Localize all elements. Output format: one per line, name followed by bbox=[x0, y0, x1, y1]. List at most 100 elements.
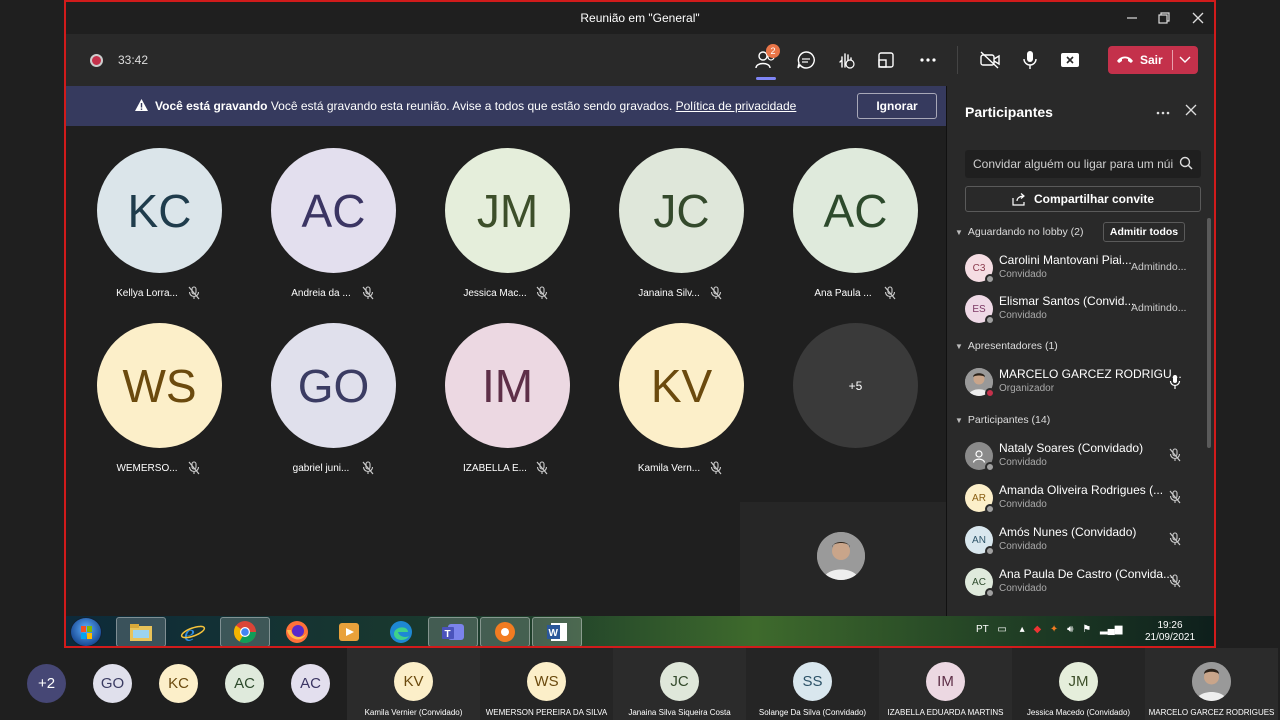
strip-avatar[interactable]: KC bbox=[159, 664, 198, 703]
strip-avatar[interactable]: AC bbox=[291, 664, 330, 703]
strip-participant-card[interactable]: JC Janaina Silva Siqueira Costa bbox=[613, 648, 746, 720]
reactions-button[interactable] bbox=[832, 46, 860, 74]
participant-avatar: JC bbox=[619, 148, 744, 273]
strip-card-avatar: KV bbox=[394, 662, 433, 701]
admit-all-button[interactable]: Admitir todos bbox=[1103, 222, 1185, 242]
panel-more-button[interactable] bbox=[1151, 100, 1175, 124]
close-window-button[interactable] bbox=[1184, 7, 1212, 29]
rooms-button[interactable] bbox=[872, 46, 900, 74]
taskbar-avast[interactable] bbox=[480, 617, 530, 646]
more-icon bbox=[1156, 111, 1170, 115]
toolbar-separator bbox=[957, 46, 958, 74]
share-content-button[interactable] bbox=[1056, 46, 1084, 74]
participant-row[interactable]: AN Amós Nunes (Convidado) Convidado bbox=[947, 520, 1211, 560]
search-icon[interactable] bbox=[1179, 156, 1193, 170]
network-icon[interactable]: ▂▄▆ bbox=[1100, 624, 1122, 635]
more-actions-button[interactable] bbox=[914, 46, 942, 74]
taskbar-chrome[interactable] bbox=[220, 617, 270, 646]
clock-time: 19:26 bbox=[1157, 620, 1183, 631]
leave-button[interactable]: Sair bbox=[1108, 46, 1198, 74]
participant-strip: +2 GO KC AC AC KV Kamila Vernier (Convidado) W… bbox=[0, 648, 1280, 720]
strip-avatar[interactable]: AC bbox=[225, 664, 264, 703]
avatar-initials: AC bbox=[301, 184, 366, 237]
participant-tile[interactable]: KV Kamila Vern... bbox=[594, 323, 768, 493]
lobby-section-header[interactable]: ▼ Aguardando no lobby (2) bbox=[955, 226, 1084, 238]
strip-participant-card[interactable]: JM Jessica Macedo (Convidado) bbox=[1012, 648, 1145, 720]
invite-search-box bbox=[965, 150, 1201, 178]
start-button[interactable] bbox=[70, 617, 102, 646]
participants-count-badge: 2 bbox=[766, 44, 780, 58]
share-invite-button[interactable]: Compartilhar convite bbox=[965, 186, 1201, 212]
language-indicator[interactable]: PT bbox=[976, 624, 989, 635]
participant-tile[interactable]: WS WEMERSO... bbox=[72, 323, 246, 493]
mic-toggle-button[interactable] bbox=[1016, 46, 1044, 74]
keyboard-icon[interactable]: ▭ bbox=[997, 624, 1006, 635]
participant-name: Elismar Santos (Convid... bbox=[999, 294, 1135, 308]
lobby-row[interactable]: ES Elismar Santos (Convid... Convidado Admi… bbox=[947, 289, 1211, 329]
strip-participant-card[interactable]: WS WEMERSON PEREIRA DA SILVA bbox=[480, 648, 613, 720]
taskbar-word[interactable]: W bbox=[532, 617, 582, 646]
ignore-button[interactable]: Ignorar bbox=[857, 93, 937, 119]
participant-row[interactable]: AR Amanda Oliveira Rodrigues (... Convidad… bbox=[947, 478, 1211, 518]
participant-tile[interactable]: AC Ana Paula ... bbox=[768, 148, 942, 318]
taskbar-clock[interactable]: 19:26 21/09/2021 bbox=[1140, 620, 1200, 644]
mic-muted-icon bbox=[1169, 574, 1181, 588]
participant-tile[interactable]: AC Andreia da ... bbox=[246, 148, 420, 318]
taskbar-edge[interactable] bbox=[376, 617, 426, 646]
presenter-row[interactable]: MARCELO GARCEZ RODRIGU... Organizador bbox=[947, 362, 1211, 402]
presence-status-icon bbox=[985, 546, 995, 556]
strip-participant-card[interactable]: KV Kamila Vernier (Convidado) bbox=[347, 648, 480, 720]
restore-button[interactable] bbox=[1150, 7, 1178, 29]
participants-section-header[interactable]: ▼ Participantes (14) bbox=[955, 414, 1050, 426]
chevron-down-icon[interactable] bbox=[1179, 56, 1191, 64]
avatar-initials: JC bbox=[653, 184, 710, 237]
avast-tray-icon[interactable]: ✦ bbox=[1050, 624, 1058, 635]
admitting-status: Admitindo... bbox=[1131, 261, 1187, 273]
participant-tile[interactable]: IM IZABELLA E... bbox=[420, 323, 594, 493]
participant-tile[interactable]: GO gabriel juni... bbox=[246, 323, 420, 493]
microphone-icon bbox=[1169, 375, 1181, 389]
tray-expand-icon[interactable]: ▴ bbox=[1020, 624, 1025, 635]
participant-row[interactable]: AC Ana Paula De Castro (Convida... Convida… bbox=[947, 562, 1211, 602]
antivirus-tray-icon[interactable]: ◆ bbox=[1033, 624, 1041, 635]
edge-icon bbox=[390, 621, 412, 643]
invite-search-input[interactable] bbox=[973, 154, 1173, 174]
avatar-initials: AR bbox=[972, 492, 986, 504]
taskbar-media-player[interactable] bbox=[324, 617, 374, 646]
person-icon bbox=[972, 450, 986, 463]
flag-icon[interactable]: ⚑ bbox=[1082, 624, 1091, 635]
close-icon bbox=[1192, 12, 1204, 24]
avatar-initials: IM bbox=[937, 673, 954, 690]
taskbar-internet-explorer[interactable]: e bbox=[168, 617, 218, 646]
participant-tile[interactable]: JM Jessica Mac... bbox=[420, 148, 594, 318]
self-view-preview[interactable] bbox=[740, 502, 946, 616]
mic-muted-icon bbox=[188, 286, 200, 300]
strip-participant-card[interactable]: SS Solange Da Silva (Convidado) bbox=[746, 648, 879, 720]
minimize-button[interactable] bbox=[1118, 7, 1146, 29]
strip-avatar[interactable]: GO bbox=[93, 664, 132, 703]
panel-close-button[interactable] bbox=[1179, 100, 1203, 124]
participant-name: Carolini Mantovani Piai... bbox=[999, 253, 1132, 267]
avatar-initials: JM bbox=[476, 184, 539, 237]
show-participants-button[interactable]: 2 bbox=[752, 44, 780, 80]
participant-tile[interactable]: JC Janaina Silv... bbox=[594, 148, 768, 318]
strip-participant-card[interactable]: MARCELO GARCEZ RODRIGUES bbox=[1145, 648, 1278, 720]
presenters-section-header[interactable]: ▼ Apresentadores (1) bbox=[955, 340, 1058, 352]
camera-toggle-button[interactable] bbox=[976, 46, 1004, 74]
volume-icon[interactable]: 🔊︎ bbox=[1067, 624, 1073, 635]
show-chat-button[interactable] bbox=[792, 46, 820, 74]
clock-date: 21/09/2021 bbox=[1144, 632, 1196, 643]
participant-row[interactable]: Nataly Soares (Convidado) Convidado bbox=[947, 436, 1211, 476]
participant-avatar: KV bbox=[619, 323, 744, 448]
lobby-row[interactable]: C3 Carolini Mantovani Piai... Convidado Adm… bbox=[947, 248, 1211, 288]
strip-avatar[interactable]: +2 bbox=[27, 664, 66, 703]
share-icon bbox=[1012, 192, 1026, 206]
overflow-tile[interactable]: +5 bbox=[768, 323, 942, 493]
taskbar-teams[interactable]: T bbox=[428, 617, 478, 646]
privacy-policy-link[interactable]: Política de privacidade bbox=[676, 99, 797, 113]
taskbar-explorer[interactable] bbox=[116, 617, 166, 646]
participant-tile[interactable]: KC Kellya Lorra... bbox=[72, 148, 246, 318]
strip-participant-card[interactable]: IM IZABELLA EDUARDA MARTINS bbox=[879, 648, 1012, 720]
panel-scrollbar[interactable] bbox=[1207, 218, 1211, 448]
taskbar-firefox[interactable] bbox=[272, 617, 322, 646]
